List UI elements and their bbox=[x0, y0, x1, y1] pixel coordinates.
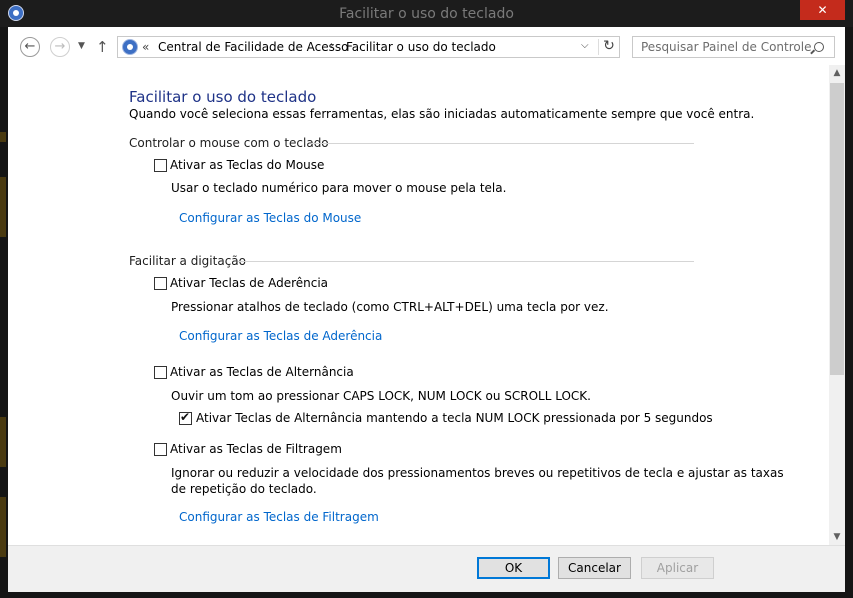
setup-filter-keys-link[interactable]: Configurar as Teclas de Filtragem bbox=[179, 510, 379, 524]
window-frame-left bbox=[0, 27, 8, 598]
section-heading-typing: Facilitar a digitação bbox=[129, 254, 246, 268]
mouse-keys-label[interactable]: Ativar as Teclas do Mouse bbox=[170, 158, 324, 172]
filter-keys-description-line2: de repetição do teclado. bbox=[171, 482, 317, 496]
hidden-crumbs-chevron[interactable]: « bbox=[142, 40, 149, 54]
section-divider bbox=[311, 143, 694, 144]
window-frame-bottom bbox=[0, 592, 853, 598]
page-subtitle: Quando você seleciona essas ferramentas,… bbox=[129, 107, 755, 121]
up-button[interactable]: ↑ bbox=[96, 38, 109, 56]
sticky-keys-checkbox[interactable] bbox=[154, 277, 167, 290]
filter-keys-label[interactable]: Ativar as Teclas de Filtragem bbox=[170, 442, 342, 456]
forward-button[interactable]: → bbox=[50, 37, 70, 57]
breadcrumb-keyboard[interactable]: Facilitar o uso do teclado bbox=[346, 40, 496, 54]
toggle-keys-numlock-checkbox[interactable] bbox=[179, 410, 192, 425]
vertical-scrollbar[interactable]: ▲ ▼ bbox=[829, 65, 845, 545]
scroll-down-arrow-icon[interactable]: ▼ bbox=[829, 529, 845, 545]
ok-button[interactable]: OK bbox=[477, 557, 550, 579]
title-bar: Facilitar o uso do teclado bbox=[0, 0, 853, 27]
address-dropdown-icon[interactable]: ⌵ bbox=[581, 40, 589, 51]
sticky-keys-label[interactable]: Ativar Teclas de Aderência bbox=[170, 276, 328, 290]
breadcrumb-ease-of-access-center[interactable]: Central de Facilidade de Acesso bbox=[158, 40, 349, 54]
scrollbar-thumb[interactable] bbox=[830, 83, 844, 375]
section-divider bbox=[238, 261, 694, 262]
window-title: Facilitar o uso do teclado bbox=[339, 6, 514, 22]
close-button[interactable]: ✕ bbox=[800, 0, 845, 20]
window-frame-right bbox=[845, 27, 853, 598]
sticky-keys-description: Pressionar atalhos de teclado (como CTRL… bbox=[171, 300, 609, 314]
refresh-button[interactable]: ↻ bbox=[601, 38, 617, 54]
search-icon[interactable] bbox=[814, 42, 824, 52]
filter-keys-checkbox[interactable] bbox=[154, 443, 167, 456]
filter-keys-description-line1: Ignorar ou reduzir a velocidade dos pres… bbox=[171, 466, 784, 480]
section-heading-mouse: Controlar o mouse com o teclado bbox=[129, 136, 329, 150]
control-panel-icon[interactable] bbox=[8, 5, 24, 21]
back-button[interactable]: ← bbox=[20, 37, 40, 57]
toggle-keys-checkbox[interactable] bbox=[154, 366, 167, 379]
address-divider bbox=[598, 39, 599, 55]
content-area: Facilitar o uso do teclado Quando você s… bbox=[8, 65, 829, 545]
mouse-keys-checkbox[interactable] bbox=[154, 159, 167, 172]
search-placeholder: Pesquisar Painel de Controle bbox=[641, 40, 812, 54]
toggle-keys-description: Ouvir um tom ao pressionar CAPS LOCK, NU… bbox=[171, 389, 591, 403]
control-panel-icon bbox=[122, 39, 138, 55]
footer-bar: OK Cancelar Aplicar bbox=[8, 546, 845, 592]
search-input[interactable]: Pesquisar Painel de Controle bbox=[632, 36, 835, 58]
recent-locations-button[interactable]: ▼ bbox=[78, 41, 85, 51]
cancel-button[interactable]: Cancelar bbox=[558, 557, 631, 579]
setup-sticky-keys-link[interactable]: Configurar as Teclas de Aderência bbox=[179, 329, 382, 343]
address-bar[interactable]: « Central de Facilidade de Acesso › Faci… bbox=[117, 36, 620, 58]
toggle-keys-label[interactable]: Ativar as Teclas de Alternância bbox=[170, 365, 354, 379]
setup-mouse-keys-link[interactable]: Configurar as Teclas do Mouse bbox=[179, 211, 361, 225]
scroll-up-arrow-icon[interactable]: ▲ bbox=[829, 65, 845, 81]
breadcrumb-separator[interactable]: › bbox=[330, 40, 334, 51]
mouse-keys-description: Usar o teclado numérico para mover o mou… bbox=[171, 181, 507, 195]
toggle-keys-numlock-label[interactable]: Ativar Teclas de Alternância mantendo a … bbox=[196, 411, 713, 425]
navigation-bar: ← → ▼ ↑ « Central de Facilidade de Acess… bbox=[8, 27, 845, 65]
apply-button[interactable]: Aplicar bbox=[641, 557, 714, 579]
page-title: Facilitar o uso do teclado bbox=[129, 88, 317, 106]
